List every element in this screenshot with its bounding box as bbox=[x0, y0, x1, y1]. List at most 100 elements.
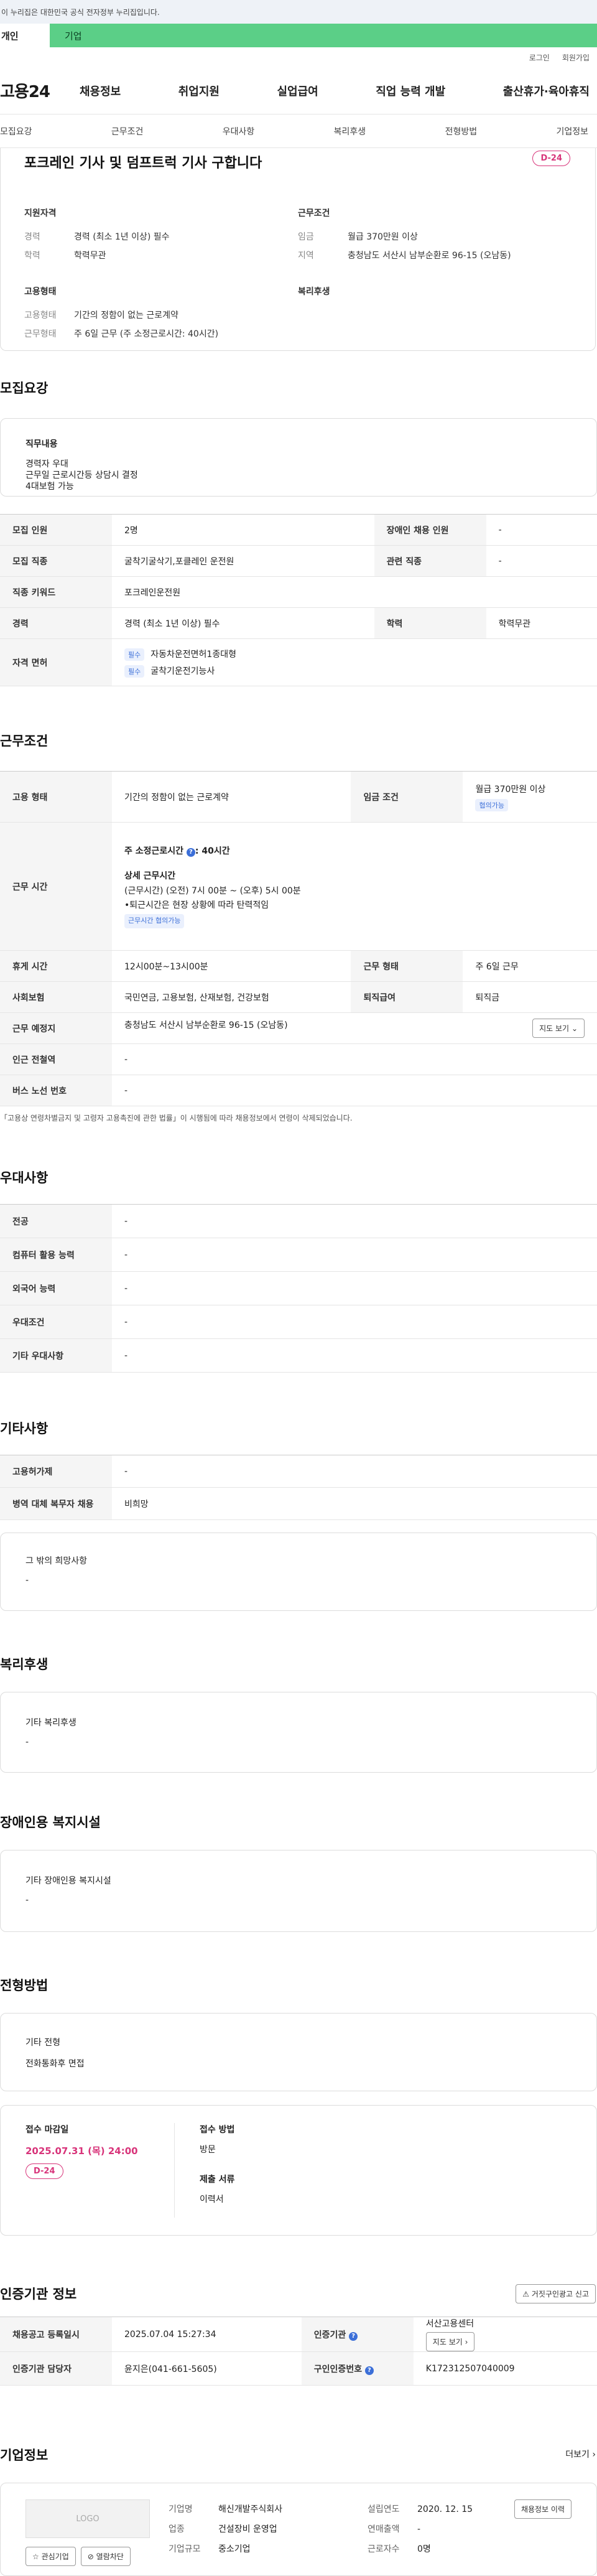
table-header: 근무 예정지 bbox=[0, 1012, 112, 1044]
table-header: 직종 키워드 bbox=[0, 576, 112, 608]
subnav-item[interactable]: 복리후생 bbox=[334, 125, 366, 138]
subnav-item[interactable]: 우대사항 bbox=[223, 125, 255, 138]
interest-company-button[interactable]: ☆ 관심기업 bbox=[25, 2547, 76, 2566]
global-nav: 고용24 채용정보 취업지원 실업급여 직업 능력 개발 출산휴가·육아휴직 bbox=[0, 67, 597, 114]
table-header: 임금 조건 bbox=[351, 771, 463, 823]
tab-company[interactable]: 기업 bbox=[50, 24, 597, 47]
license-name: 자동차운전면허1종대형 bbox=[150, 649, 236, 660]
info-icon[interactable]: ? bbox=[186, 848, 195, 857]
subnav-item[interactable]: 근무조건 bbox=[111, 125, 144, 138]
cert-no-label: 구인인증번호 bbox=[313, 2364, 363, 2374]
table-header: 버스 노선 번호 bbox=[0, 1075, 112, 1106]
disabled-label: 기타 장애인용 복지시설 bbox=[25, 1876, 111, 1886]
table-row: 외국어 능력 - bbox=[0, 1271, 597, 1305]
map-button[interactable]: 지도 보기 ⌄ bbox=[532, 1019, 585, 1038]
signup-link[interactable]: 회원가입 bbox=[562, 52, 590, 63]
company-value: 건설장비 운영업 bbox=[218, 2524, 277, 2535]
subnav-item[interactable]: 모집요강 bbox=[0, 125, 32, 138]
pref-table: 전공 - 컴퓨터 활용 능력 - 외국어 능력 - 우대조건 - 기타 우대사항 - bbox=[0, 1204, 597, 1373]
table-row: 버스 노선 번호 - bbox=[0, 1075, 597, 1106]
tab-individual[interactable]: 개인 bbox=[0, 24, 50, 47]
table-header: 휴게 시간 bbox=[0, 950, 112, 982]
jobs-history-button[interactable]: 채용정보 이력 bbox=[514, 2499, 572, 2519]
workcond-table: 고용 형태 기간의 정함이 없는 근로계약 임금 조건 월급 370만원 이상 … bbox=[0, 771, 597, 1106]
gov-banner-text: 이 누리집은 대한민국 공식 전자정부 누리집입니다. bbox=[1, 7, 160, 17]
docs-label: 제출 서류 bbox=[200, 2175, 235, 2185]
screening-label: 기타 전형 bbox=[25, 2038, 60, 2048]
site-logo[interactable]: 고용24 bbox=[0, 79, 80, 102]
block-view-button[interactable]: ⊘ 열람차단 bbox=[80, 2547, 131, 2566]
table-cell: 경력 (최소 1년 이상) 필수 bbox=[112, 607, 374, 639]
welfare-section-title: 복리후생 bbox=[0, 1657, 49, 1672]
table-header: 모집 인원 bbox=[0, 514, 112, 546]
welfare-label: 기타 복리후생 bbox=[25, 1718, 76, 1728]
star-icon: ☆ bbox=[32, 2552, 39, 2561]
location-cell: 충청남도 서산시 남부순환로 96-15 (오남동) 지도 보기 ⌄ bbox=[112, 1012, 597, 1044]
table-row: 병역 대체 복무자 채용 비희망 bbox=[0, 1487, 597, 1520]
qual-value: 학력무관 bbox=[74, 251, 106, 261]
table-cell: 퇴직금 bbox=[463, 981, 597, 1013]
company-more-link[interactable]: 더보기 › bbox=[565, 2448, 596, 2460]
job-summary-card: 포크레인 기사 및 덤프트럭 기사 구합니다 D-24 지원자격 경력 경력 (최… bbox=[0, 148, 596, 351]
method-label: 접수 방법 bbox=[200, 2125, 235, 2135]
table-header: 근무 시간 bbox=[0, 822, 112, 951]
org-cell: 서산고용센터 지도 보기 › bbox=[413, 2317, 597, 2352]
cond-key: 지역 bbox=[298, 251, 314, 261]
duty-box: 직무내용 경력자 우대 근무일 근로시간등 상담시 결정 4대보험 가능 bbox=[0, 418, 597, 497]
table-header: 병역 대체 복무자 채용 bbox=[0, 1487, 112, 1520]
gnb-item[interactable]: 실업급여 bbox=[277, 83, 318, 99]
table-header: 관련 직종 bbox=[374, 545, 486, 577]
block-label: 열람차단 bbox=[96, 2552, 124, 2561]
gnb-item[interactable]: 채용정보 bbox=[80, 83, 121, 99]
screening-value: 전화통화후 면접 bbox=[25, 2059, 85, 2069]
table-cell: - bbox=[112, 1305, 597, 1339]
qual-key: 학력 bbox=[24, 251, 40, 261]
company-value: 중소기업 bbox=[218, 2544, 251, 2555]
gnb-item[interactable]: 취업지원 bbox=[178, 83, 220, 99]
table-header: 자격 면허 bbox=[0, 638, 112, 686]
login-link[interactable]: 로그인 bbox=[529, 52, 550, 63]
welfare-value: - bbox=[25, 1737, 29, 1747]
block-icon: ⊘ bbox=[87, 2552, 94, 2561]
subnav-item[interactable]: 전형방법 bbox=[445, 125, 478, 138]
table-cell: 기간의 정함이 없는 근로계약 bbox=[112, 771, 351, 823]
disabled-section-title: 장애인용 복지시설 bbox=[0, 1815, 101, 1830]
company-key: 연매출액 bbox=[368, 2524, 400, 2535]
org-map-button[interactable]: 지도 보기 › bbox=[425, 2332, 475, 2351]
warning-icon: ⚠ bbox=[522, 2290, 530, 2298]
emp-value: 기간의 정함이 없는 근로계약 bbox=[74, 310, 178, 320]
qual-value: 경력 (최소 1년 이상) 필수 bbox=[74, 232, 170, 242]
org-label: 인증기관 bbox=[313, 2330, 346, 2340]
hours-detail-title: 상세 근무시간 bbox=[124, 870, 176, 881]
table-header: 근무 형태 bbox=[351, 950, 463, 982]
disabled-box: 기타 장애인용 복지시설 - bbox=[0, 1850, 597, 1932]
company-key: 설립연도 bbox=[368, 2504, 400, 2514]
table-header: 인근 전철역 bbox=[0, 1043, 112, 1075]
etc-section-title: 기타사항 bbox=[0, 1421, 49, 1436]
disabled-value: - bbox=[25, 1895, 29, 1905]
duty-line: 4대보험 가능 bbox=[25, 482, 74, 492]
gnb-item[interactable]: 직업 능력 개발 bbox=[376, 83, 445, 99]
table-row: 컴퓨터 활용 능력 - bbox=[0, 1238, 597, 1272]
table-cell: 2명 bbox=[112, 514, 374, 546]
report-fake-ad-button[interactable]: ⚠ 거짓구인광고 신고 bbox=[516, 2284, 596, 2303]
required-badge: 필수 bbox=[124, 665, 145, 678]
subnav-item[interactable]: 기업정보 bbox=[556, 125, 588, 138]
table-cell: 국민연금, 고용보험, 산재보험, 건강보험 bbox=[112, 981, 351, 1013]
table-cell: - bbox=[112, 1075, 597, 1106]
recruit-table: 모집 인원 2명 장애인 채용 인원 - 모집 직종 굴착기굴삭기,포클레인 운… bbox=[0, 514, 597, 686]
duty-line: 경력자 우대 bbox=[25, 459, 68, 469]
info-icon[interactable]: ? bbox=[349, 2331, 358, 2341]
table-row: 고용 형태 기간의 정함이 없는 근로계약 임금 조건 월급 370만원 이상 … bbox=[0, 771, 597, 823]
other-wish-box: 그 밖의 희망사항 - bbox=[0, 1533, 597, 1611]
emp-key: 근무형태 bbox=[24, 329, 57, 339]
docs-value: 이력서 bbox=[200, 2195, 224, 2205]
table-cell: 12시00분~13시00분 bbox=[112, 950, 351, 982]
table-cell: 2025.07.04 15:27:34 bbox=[112, 2317, 302, 2352]
info-icon[interactable]: ? bbox=[364, 2366, 374, 2375]
gnb-item[interactable]: 출산휴가·육아휴직 bbox=[503, 83, 590, 99]
hours-cell: 주 소정근로시간 ?: 40시간 상세 근무시간 (근무시간) (오전) 7시 … bbox=[112, 822, 597, 951]
company-key: 기업명 bbox=[169, 2504, 193, 2514]
recruit-section-title: 모집요강 bbox=[0, 381, 49, 396]
chevron-right-icon: › bbox=[592, 2450, 596, 2460]
